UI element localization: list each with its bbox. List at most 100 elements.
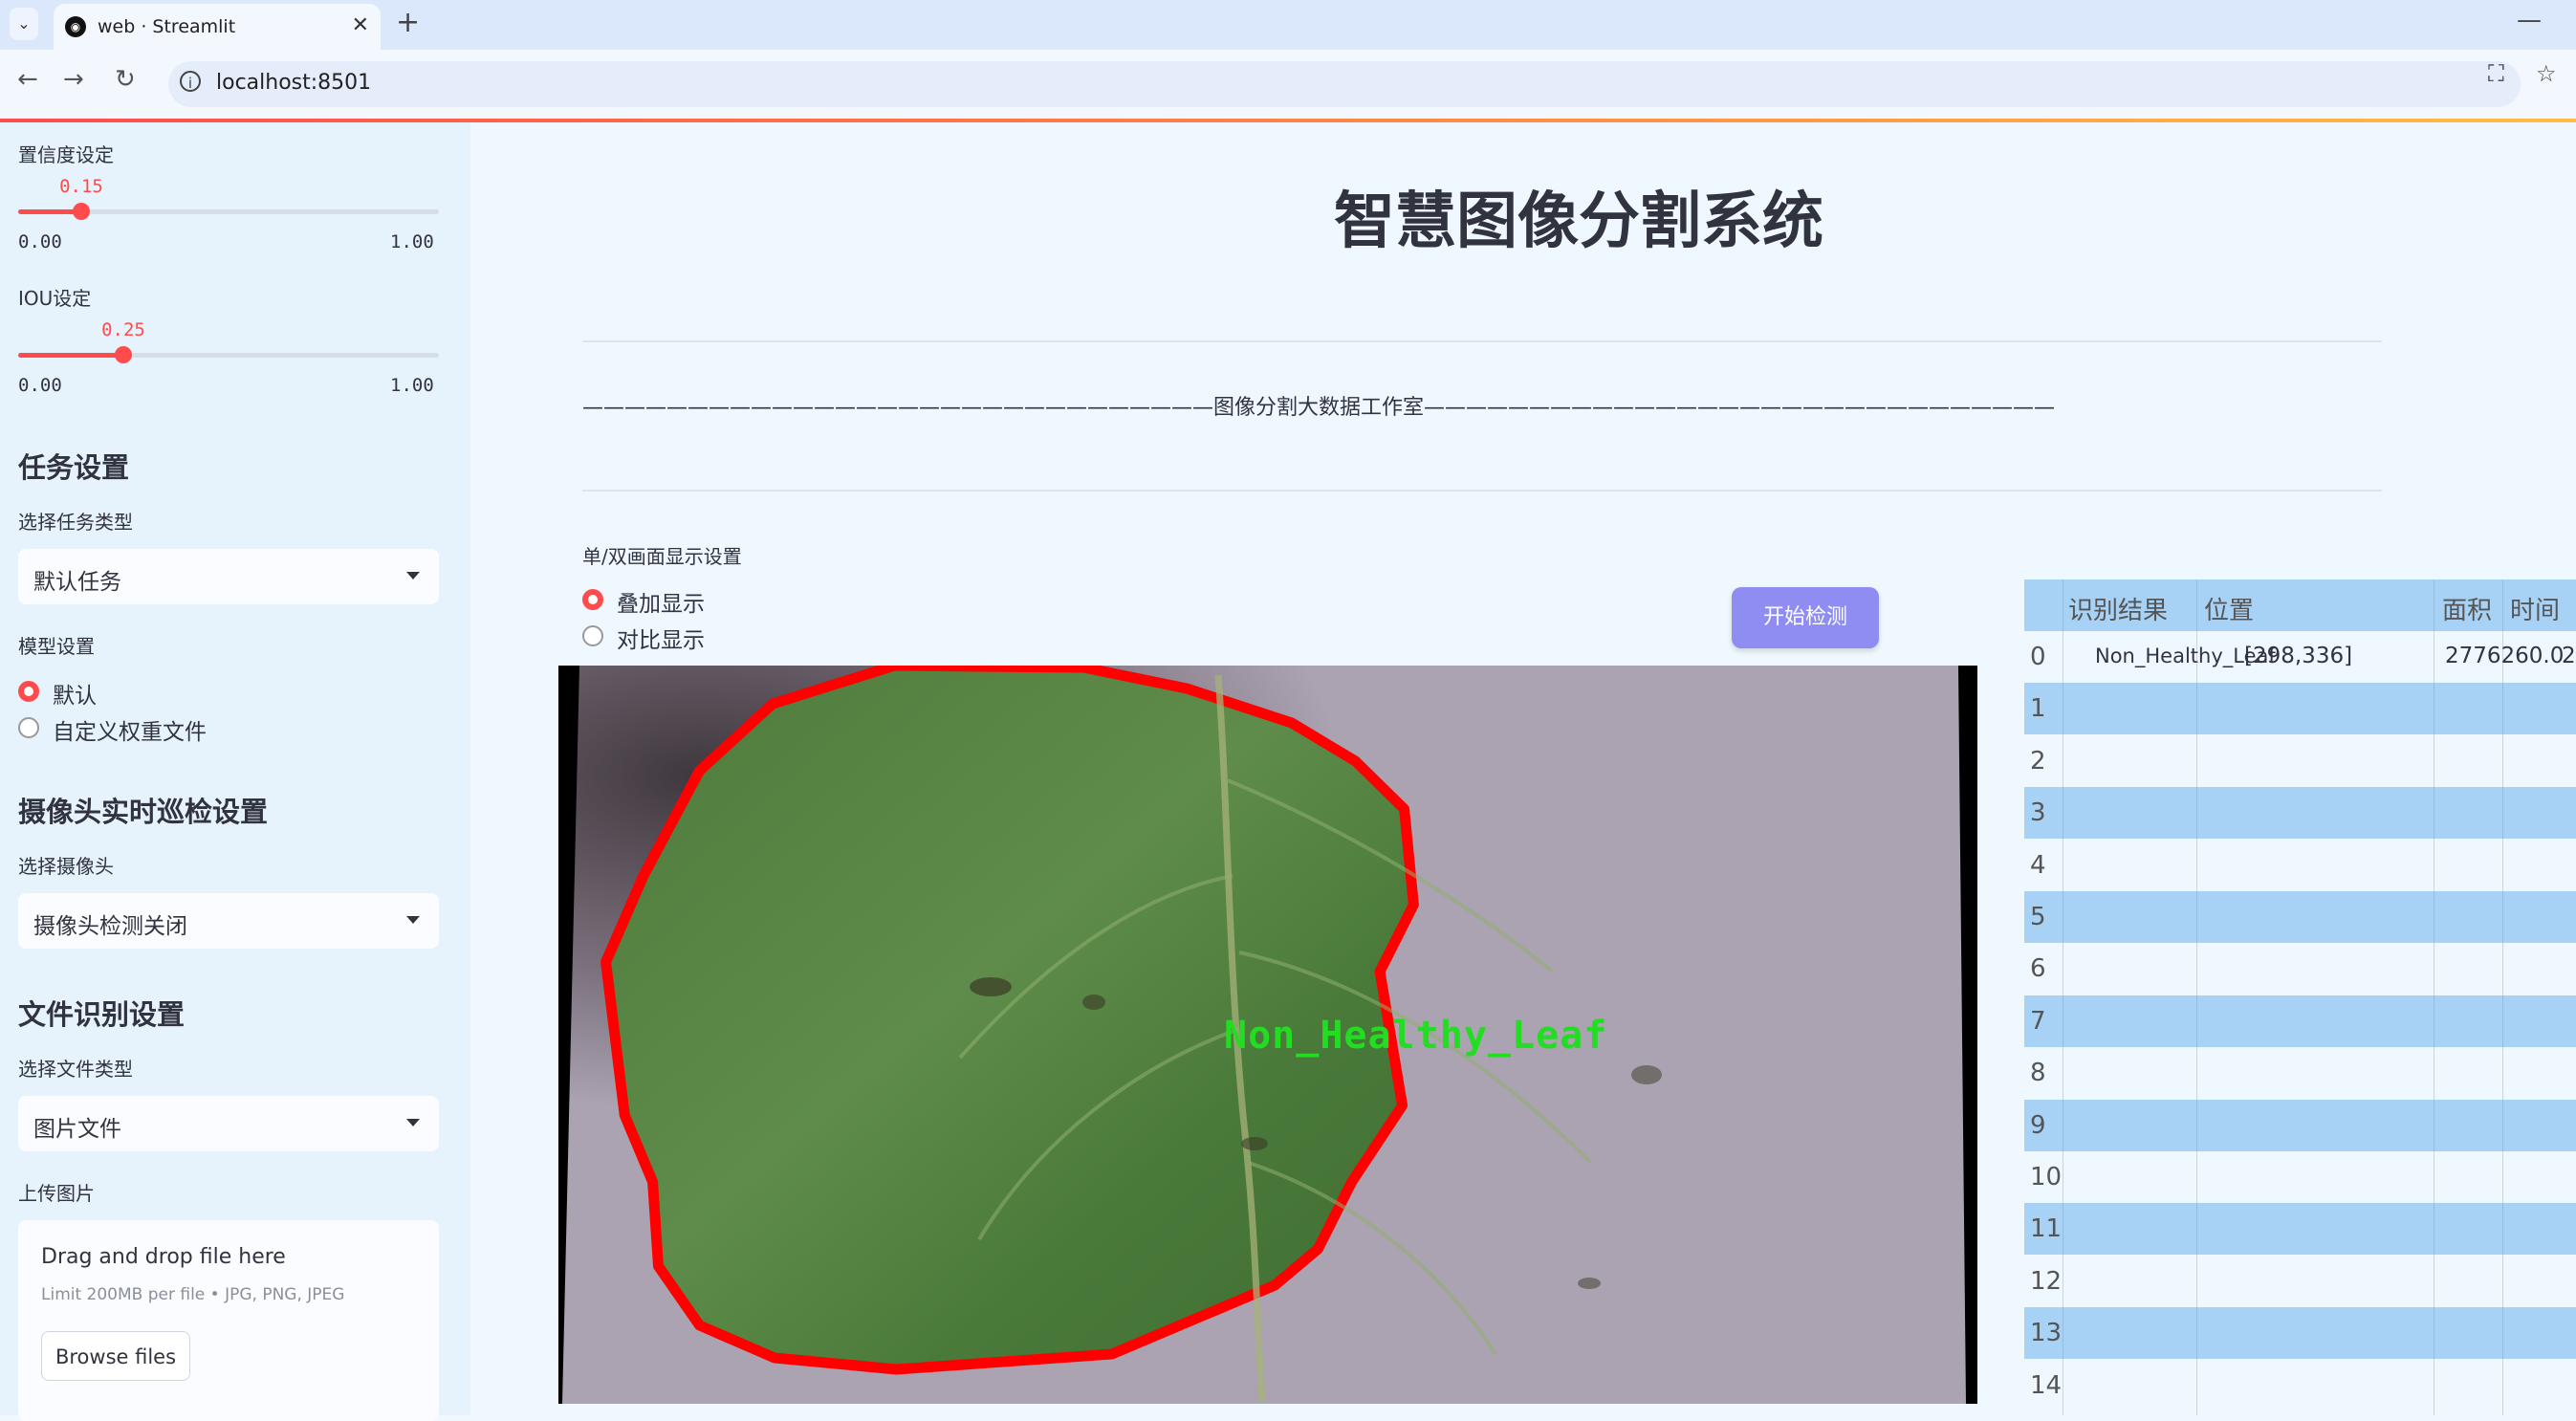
table-row[interactable]: 0 Non_Healthy_Leaf [298,336] 2776260.0 2 [2024,631,2576,683]
row-index: 7 [2030,1006,2046,1036]
row-index: 12 [2030,1266,2063,1296]
confidence-slider[interactable] [18,203,439,220]
model-radio-custom-label: 自定义权重文件 [53,720,207,745]
back-icon[interactable]: ← [17,65,38,94]
table-row[interactable]: 1 [2024,683,2576,735]
model-radio-default-label: 默认 [53,684,97,709]
column-divider [2502,579,2503,1415]
cell-area: 2776260.0 [2445,644,2565,668]
iou-min: 0.00 [18,375,62,396]
window-minimize-icon[interactable]: — [2517,6,2542,34]
camera-label: 选择摄像头 [18,855,114,878]
task-settings-heading: 任务设置 [18,451,130,484]
sidebar: 置信度设定 0.15 0.00 1.00 IOU设定 0.25 0.00 1.0… [0,122,470,1421]
display-radio-overlay-label: 叠加显示 [617,592,705,617]
camera-select[interactable]: 摄像头检测关闭 [18,893,439,949]
page-title: 智慧图像分割系统 [1334,186,1823,257]
radio-selected-icon[interactable] [582,589,603,610]
task-type-select[interactable]: 默认任务 [18,549,439,604]
display-mode-label: 单/双画面显示设置 [582,545,742,568]
table-row[interactable]: 14 [2024,1359,2576,1411]
table-row[interactable]: 2 [2024,734,2576,787]
browser-tab-bar: ⌄ ◉ web · Streamlit ✕ + — [0,0,2576,50]
row-index: 10 [2030,1163,2063,1191]
table-row[interactable]: 6 [2024,943,2576,995]
row-index: 14 [2030,1370,2063,1400]
chevron-down-icon [406,916,420,924]
column-header-time[interactable]: 时间 [2510,591,2560,626]
row-index: 11 [2030,1214,2063,1244]
tab-close-icon[interactable]: ✕ [352,13,369,37]
radio-unselected-icon[interactable] [18,717,39,738]
iou-value: 0.25 [101,319,145,340]
streamlit-favicon-icon: ◉ [65,16,86,37]
confidence-slider-thumb[interactable] [73,203,90,220]
new-tab-icon[interactable]: + [396,6,420,39]
row-index: 3 [2030,798,2046,828]
detection-class-label: Non_Healthy_Leaf [1224,1014,1608,1058]
file-type-value: 图片文件 [33,1117,121,1142]
table-row[interactable]: 11 [2024,1203,2576,1256]
studio-banner: ——————————————————————————————图像分割大数据工作室… [582,396,2056,420]
divider [582,490,2382,492]
tab-search-icon[interactable]: ⌄ [10,8,38,40]
reload-icon[interactable]: ↻ [115,65,136,94]
translate-icon[interactable]: ⛶ [2488,60,2504,87]
file-dropzone[interactable]: Drag and drop file here Limit 200MB per … [18,1220,439,1421]
column-header-area[interactable]: 面积 [2442,591,2492,626]
column-divider [2196,579,2197,1415]
model-settings-label: 模型设置 [18,635,95,658]
iou-label: IOU设定 [18,287,92,310]
radio-unselected-icon[interactable] [582,625,603,646]
iou-slider-thumb[interactable] [115,346,132,363]
confidence-max: 1.00 [390,231,434,252]
table-row[interactable]: 3 [2024,787,2576,840]
camera-value: 摄像头检测关闭 [33,914,187,939]
file-type-select[interactable]: 图片文件 [18,1096,439,1151]
display-radio-compare-label: 对比显示 [617,628,705,653]
table-row[interactable]: 7 [2024,995,2576,1047]
column-header-result[interactable]: 识别结果 [2068,591,2168,626]
task-type-label: 选择任务类型 [18,511,133,534]
address-bar: ← → ↻ i localhost:8501 ⛶ ☆ [0,50,2576,120]
leaf-spot [1241,1137,1268,1150]
file-settings-heading: 文件识别设置 [18,998,186,1031]
bookmark-star-icon[interactable]: ☆ [2536,60,2557,87]
detection-image: Non_Healthy_Leaf [558,666,1977,1404]
confidence-label: 置信度设定 [18,143,114,166]
leaf-spot [1578,1278,1601,1289]
leaf-spot [1082,995,1105,1010]
task-type-value: 默认任务 [33,570,121,595]
iou-max: 1.00 [390,375,434,396]
table-row[interactable]: 13 [2024,1307,2576,1360]
start-detection-button[interactable]: 开始检测 [1732,587,1879,648]
camera-settings-heading: 摄像头实时巡检设置 [18,796,269,828]
row-index: 9 [2030,1110,2046,1140]
browser-tab[interactable]: ◉ web · Streamlit ✕ [54,4,381,50]
file-type-label: 选择文件类型 [18,1058,133,1081]
table-row[interactable]: 10 [2024,1151,2576,1203]
dropzone-title: Drag and drop file here [41,1245,286,1269]
upload-label: 上传图片 [18,1182,95,1205]
iou-slider[interactable] [18,346,439,363]
table-row[interactable]: 4 [2024,839,2576,891]
site-info-icon[interactable]: i [180,71,201,92]
table-row[interactable]: 5 [2024,891,2576,943]
confidence-min: 0.00 [18,231,62,252]
url-input[interactable]: i localhost:8501 [168,61,2521,107]
row-index: 8 [2030,1059,2046,1088]
main-content: 智慧图像分割系统 ——————————————————————————————图… [470,122,2576,1415]
browse-files-button[interactable]: Browse files [41,1331,190,1381]
row-index: 6 [2030,954,2046,984]
cell-time: 2 [2562,644,2576,668]
results-table[interactable]: 识别结果 位置 面积 时间 0 Non_Healthy_Leaf [298,336]… [2024,579,2576,1415]
url-text: localhost:8501 [216,71,372,95]
table-row[interactable]: 9 [2024,1099,2576,1151]
dropzone-limit: Limit 200MB per file • JPG, PNG, JPEG [41,1285,345,1304]
column-header-position[interactable]: 位置 [2204,591,2254,626]
forward-icon[interactable]: → [63,65,84,94]
table-row[interactable]: 8 [2024,1047,2576,1100]
confidence-value: 0.15 [59,176,103,197]
table-row[interactable]: 12 [2024,1255,2576,1307]
radio-selected-icon[interactable] [18,681,39,702]
